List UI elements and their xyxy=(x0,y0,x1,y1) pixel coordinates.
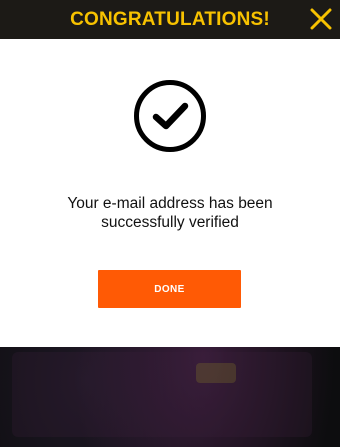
background-game-area xyxy=(12,352,312,437)
message-line-2: successfully verified xyxy=(101,214,239,231)
done-button[interactable]: DONE xyxy=(98,270,241,308)
message-line-1: Your e-mail address has been xyxy=(67,195,273,212)
dialog-header: CONGRATULATIONS! xyxy=(0,0,340,39)
close-icon xyxy=(310,8,332,30)
background-badge xyxy=(196,363,236,383)
check-circle-icon xyxy=(134,80,206,152)
dialog-title: CONGRATULATIONS! xyxy=(70,8,270,30)
close-button[interactable] xyxy=(306,4,336,34)
verification-message: Your e-mail address has been successfull… xyxy=(20,194,320,232)
dialog-panel: Your e-mail address has been successfull… xyxy=(0,39,340,347)
